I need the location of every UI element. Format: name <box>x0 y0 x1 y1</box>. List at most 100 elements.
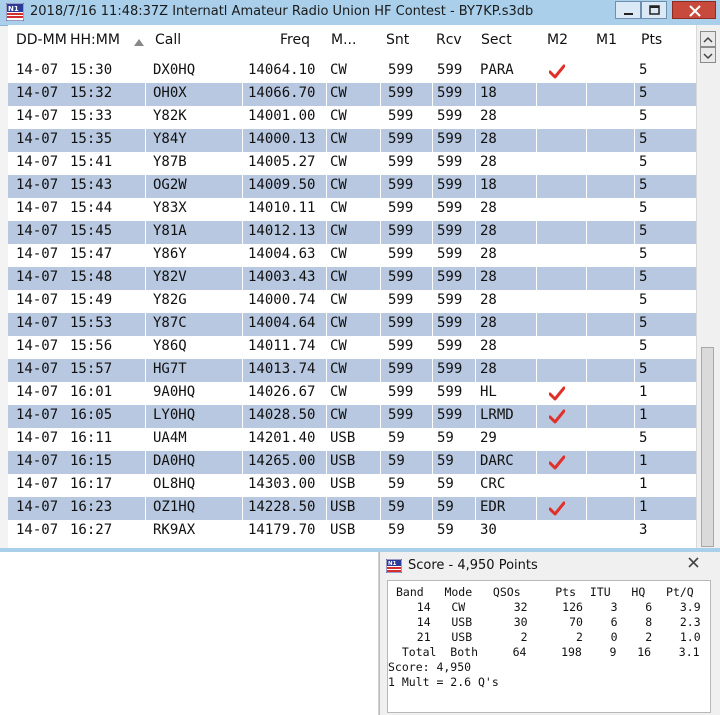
rcv-cell: 599 <box>437 292 463 308</box>
col-header-mode[interactable]: M... <box>331 32 356 48</box>
cell-divider <box>475 221 476 244</box>
table-row[interactable]: 14-07 16:01 9A0HQ 14026.67 CW 599 599 HL 1 <box>8 382 696 405</box>
cell-divider <box>326 451 327 474</box>
cell-divider <box>380 451 381 474</box>
cell-divider <box>145 451 146 474</box>
sect-cell: 28 <box>480 361 497 377</box>
cell-divider <box>242 451 243 474</box>
sect-cell: 28 <box>480 338 497 354</box>
log-grid[interactable]: DD-MM HH:MM Call Freq M... Snt Rcv Sect … <box>8 25 720 550</box>
time-cell: 16:11 <box>70 430 113 446</box>
time-cell: 16:05 <box>70 407 113 423</box>
col-header-m2[interactable]: M2 <box>547 32 568 48</box>
col-header-call[interactable]: Call <box>155 32 181 48</box>
scroll-thumb[interactable] <box>701 347 714 547</box>
pts-cell: 1 <box>639 384 648 400</box>
time-cell: 15:44 <box>70 200 113 216</box>
checkmark-icon <box>549 64 565 79</box>
snt-cell: 599 <box>388 85 414 101</box>
cell-divider <box>326 359 327 382</box>
rcv-cell: 599 <box>437 177 463 193</box>
col-header-freq[interactable]: Freq <box>280 32 310 48</box>
col-header-rcv[interactable]: Rcv <box>436 32 462 48</box>
vertical-scrollbar[interactable] <box>696 25 720 550</box>
freq-cell: 14010.11 <box>248 200 316 216</box>
date-cell: 14-07 <box>16 62 59 78</box>
freq-cell: 14013.74 <box>248 361 316 377</box>
freq-cell: 14000.13 <box>248 131 316 147</box>
freq-cell: 14003.43 <box>248 269 316 285</box>
table-row[interactable]: 14-07 16:05 LY0HQ 14028.50 CW 599 599 LRMD 1 <box>8 405 696 428</box>
cell-divider <box>536 451 537 474</box>
rcv-cell: 599 <box>437 338 463 354</box>
table-row[interactable]: 14-07 15:48 Y82V 14003.43 CW 599 599 28 5 <box>8 267 696 290</box>
snt-cell: 599 <box>388 407 414 423</box>
sect-cell: 28 <box>480 131 497 147</box>
col-header-sect[interactable]: Sect <box>481 32 512 48</box>
rcv-cell: 599 <box>437 246 463 262</box>
score-close-button[interactable] <box>684 555 704 571</box>
cell-divider <box>586 405 587 428</box>
table-row[interactable]: 14-07 15:49 Y82G 14000.74 CW 599 599 28 5 <box>8 290 696 313</box>
col-header-date[interactable]: DD-MM <box>16 32 67 48</box>
cell-divider <box>586 175 587 198</box>
cell-divider <box>536 129 537 152</box>
rcv-cell: 59 <box>437 430 454 446</box>
scroll-up-button[interactable] <box>700 31 716 47</box>
table-row[interactable]: 14-07 15:53 Y87C 14004.64 CW 599 599 28 5 <box>8 313 696 336</box>
table-row[interactable]: 14-07 15:57 HG7T 14013.74 CW 599 599 28 5 <box>8 359 696 382</box>
cell-divider <box>432 221 433 244</box>
table-row[interactable]: 14-07 16:17 OL8HQ 14303.00 USB 59 59 CRC 1 <box>8 474 696 497</box>
table-row[interactable]: 14-07 15:45 Y81A 14012.13 CW 599 599 28 5 <box>8 221 696 244</box>
sect-cell: 29 <box>480 430 497 446</box>
time-cell: 15:57 <box>70 361 113 377</box>
col-header-pts[interactable]: Pts <box>641 32 662 48</box>
n1mm-logo-icon: N1 <box>386 559 402 573</box>
rcv-cell: 599 <box>437 269 463 285</box>
cell-divider <box>475 267 476 290</box>
minimize-button[interactable] <box>615 1 641 19</box>
table-row[interactable]: 14-07 16:11 UA4M 14201.40 USB 59 59 29 5 <box>8 428 696 451</box>
col-header-time[interactable]: HH:MM <box>70 32 120 48</box>
cell-divider <box>145 83 146 106</box>
close-button[interactable] <box>672 1 716 19</box>
cell-divider <box>536 405 537 428</box>
close-icon <box>689 5 701 17</box>
cell-divider <box>634 497 635 520</box>
table-row[interactable]: 14-07 15:56 Y86Q 14011.74 CW 599 599 28 5 <box>8 336 696 359</box>
pts-cell: 1 <box>639 453 648 469</box>
table-row[interactable]: 14-07 16:23 OZ1HQ 14228.50 USB 59 59 EDR 1 <box>8 497 696 520</box>
table-row[interactable]: 14-07 15:35 Y84Y 14000.13 CW 599 599 28 5 <box>8 129 696 152</box>
table-row[interactable]: 14-07 15:33 Y82K 14001.00 CW 599 599 28 5 <box>8 106 696 129</box>
rcv-cell: 599 <box>437 200 463 216</box>
col-header-snt[interactable]: Snt <box>386 32 409 48</box>
sect-cell: LRMD <box>480 407 514 423</box>
table-row[interactable]: 14-07 15:41 Y87B 14005.27 CW 599 599 28 5 <box>8 152 696 175</box>
pts-cell: 1 <box>639 499 648 515</box>
freq-cell: 14179.70 <box>248 522 316 538</box>
maximize-button[interactable] <box>641 1 667 19</box>
cell-divider <box>432 451 433 474</box>
cell-divider <box>432 497 433 520</box>
call-cell: Y83X <box>153 200 187 216</box>
pts-cell: 5 <box>639 430 648 446</box>
cell-divider <box>432 313 433 336</box>
table-row[interactable]: 14-07 16:27 RK9AX 14179.70 USB 59 59 30 3 <box>8 520 696 543</box>
table-row[interactable]: 14-07 15:44 Y83X 14010.11 CW 599 599 28 5 <box>8 198 696 221</box>
cell-divider <box>586 267 587 290</box>
n1mm-logo-icon: N1 <box>6 3 24 21</box>
table-row[interactable]: 14-07 15:32 OH0X 14066.70 CW 599 599 18 5 <box>8 83 696 106</box>
mode-cell: CW <box>330 269 347 285</box>
cell-divider <box>380 267 381 290</box>
table-row[interactable]: 14-07 15:47 Y86Y 14004.63 CW 599 599 28 5 <box>8 244 696 267</box>
cell-divider <box>242 221 243 244</box>
cell-divider <box>475 497 476 520</box>
time-cell: 16:15 <box>70 453 113 469</box>
table-row[interactable]: 14-07 15:43 OG2W 14009.50 CW 599 599 18 5 <box>8 175 696 198</box>
close-icon <box>688 557 699 568</box>
freq-cell: 14005.27 <box>248 154 316 170</box>
col-header-m1[interactable]: M1 <box>596 32 617 48</box>
table-row[interactable]: 14-07 16:15 DA0HQ 14265.00 USB 59 59 DARC 1 <box>8 451 696 474</box>
scroll-down-button[interactable] <box>700 47 716 63</box>
table-row[interactable]: 14-07 15:30 DX0HQ 14064.10 CW 599 599 PARA 5 <box>8 60 696 83</box>
